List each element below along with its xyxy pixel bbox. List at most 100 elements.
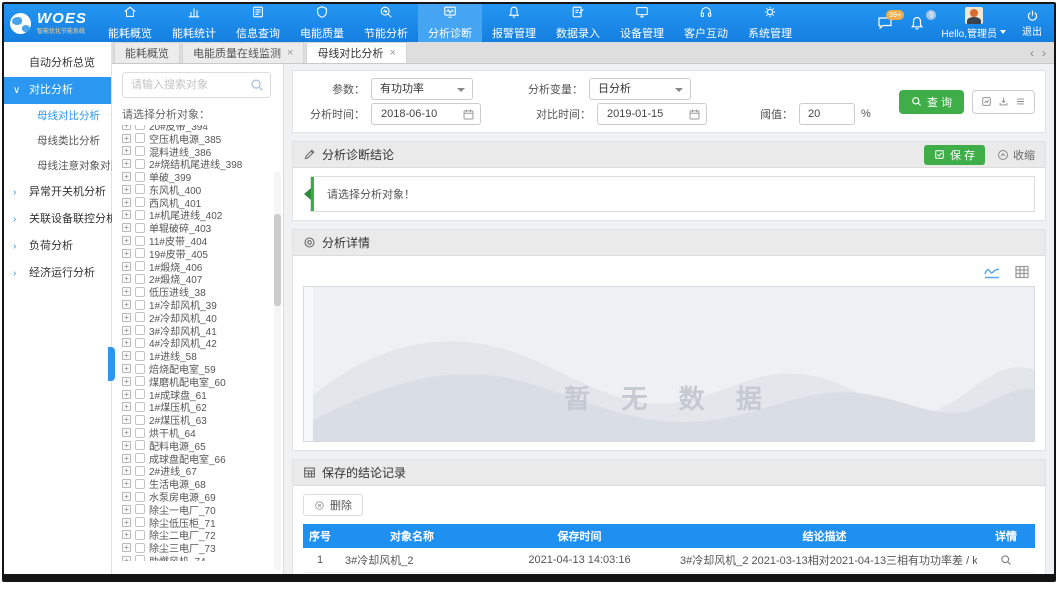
delete-button[interactable]: 删除 <box>303 494 363 516</box>
magnifier-detail-icon[interactable] <box>1000 554 1012 566</box>
checkbox[interactable] <box>135 492 145 502</box>
sidebar-item-economic-operation[interactable]: › 经济运行分析 <box>4 260 111 287</box>
table-row[interactable]: 1 3#冷却风机_2 2021-04-13 14:03:16 3#冷却风机_2 … <box>303 548 1035 572</box>
search-input[interactable] <box>129 74 249 96</box>
threshold-input[interactable] <box>799 103 855 125</box>
checkbox[interactable] <box>135 364 145 374</box>
sidebar-item-linked-devices[interactable]: › 关联设备联控分析 <box>4 206 111 233</box>
nav-item-info-query[interactable]: 信息查询 <box>226 4 290 42</box>
close-icon[interactable]: × <box>389 48 395 59</box>
expand-icon[interactable]: + <box>122 159 131 168</box>
checkbox[interactable] <box>135 338 145 348</box>
checkbox[interactable] <box>135 453 145 463</box>
compare-date-picker[interactable] <box>597 103 707 125</box>
expand-icon[interactable]: + <box>122 364 131 373</box>
checkbox[interactable] <box>135 125 145 130</box>
expand-icon[interactable]: + <box>122 454 131 463</box>
checkbox[interactable] <box>135 504 145 514</box>
checkbox[interactable] <box>135 479 145 489</box>
analysis-date-picker[interactable] <box>371 103 481 125</box>
checkbox[interactable] <box>135 210 145 220</box>
checkbox[interactable] <box>135 236 145 246</box>
checkbox[interactable] <box>135 402 145 412</box>
checkbox[interactable] <box>135 133 145 143</box>
sidebar-item-auto-analysis-overview[interactable]: 自动分析总览 <box>4 50 111 77</box>
expand-icon[interactable]: + <box>122 262 131 271</box>
checkbox[interactable] <box>135 543 145 553</box>
param-select[interactable]: 有功功率 <box>371 78 473 100</box>
expand-icon[interactable]: + <box>122 134 131 143</box>
expand-icon[interactable]: + <box>122 274 131 283</box>
nav-item-energy-statistics[interactable]: 能耗统计 <box>162 4 226 42</box>
sidebar-collapse-handle[interactable] <box>108 347 115 381</box>
sidebar-item-comparison-analysis[interactable]: ∨ 对比分析 <box>4 77 111 104</box>
nav-item-energy-saving-analysis[interactable]: 节能分析 <box>354 4 418 42</box>
tree-scrollbar-thumb[interactable] <box>274 214 281 306</box>
expand-icon[interactable]: + <box>122 125 131 130</box>
checkbox[interactable] <box>135 172 145 182</box>
nav-item-system-management[interactable]: 系统管理 <box>738 4 802 42</box>
line-chart-icon[interactable] <box>983 264 1001 280</box>
checkbox[interactable] <box>135 184 145 194</box>
expand-icon[interactable]: + <box>122 428 131 437</box>
expand-icon[interactable]: + <box>122 441 131 450</box>
expand-icon[interactable]: + <box>122 249 131 258</box>
tab-bus-comparison-analysis[interactable]: 母线对比分析 × <box>306 42 406 63</box>
nav-item-alarm-management[interactable]: 报警管理 <box>482 4 546 42</box>
nav-item-customer-interaction[interactable]: 客户互动 <box>674 4 738 42</box>
variable-select[interactable]: 日分析 <box>589 78 691 100</box>
expand-icon[interactable]: + <box>122 466 131 475</box>
expand-icon[interactable]: + <box>122 338 131 347</box>
expand-icon[interactable]: + <box>122 530 131 539</box>
query-button[interactable]: 查 询 <box>899 90 964 114</box>
checkbox[interactable] <box>135 466 145 476</box>
expand-icon[interactable]: + <box>122 210 131 219</box>
checkbox[interactable] <box>135 300 145 310</box>
sidebar-subitem-bus-attention-objects[interactable]: 母线注意对象对比 <box>4 154 111 179</box>
tree-scrollbar[interactable] <box>274 172 281 570</box>
checkbox[interactable] <box>135 428 145 438</box>
notifications-button[interactable]: 0 <box>909 15 925 31</box>
checkbox[interactable] <box>135 248 145 258</box>
table-view-icon[interactable] <box>1013 264 1031 280</box>
checkbox[interactable] <box>135 223 145 233</box>
expand-icon[interactable]: + <box>122 518 131 527</box>
checkbox[interactable] <box>135 415 145 425</box>
checkbox[interactable] <box>135 159 145 169</box>
expand-icon[interactable]: + <box>122 351 131 360</box>
nav-item-analysis-diagnosis[interactable]: 分析诊断 <box>418 4 482 42</box>
checkbox[interactable] <box>135 325 145 335</box>
expand-icon[interactable]: + <box>122 479 131 488</box>
collapse-button[interactable]: 收缩 <box>997 147 1035 163</box>
tab-energy-overview[interactable]: 能耗概览 <box>114 42 180 63</box>
tab-scroll-right-icon[interactable]: › <box>1042 46 1046 60</box>
nav-item-energy-overview[interactable]: 能耗概览 <box>98 4 162 42</box>
expand-icon[interactable]: + <box>122 300 131 309</box>
expand-icon[interactable]: + <box>122 313 131 322</box>
expand-icon[interactable]: + <box>122 198 131 207</box>
checkbox[interactable] <box>135 517 145 527</box>
checkbox[interactable] <box>135 312 145 322</box>
tab-scroll-left-icon[interactable]: ‹ <box>1030 46 1034 60</box>
search-icon[interactable] <box>250 78 264 92</box>
checkbox[interactable] <box>135 351 145 361</box>
expand-icon[interactable]: + <box>122 223 131 232</box>
checkbox[interactable] <box>135 555 145 561</box>
expand-icon[interactable]: + <box>122 543 131 552</box>
expand-icon[interactable]: + <box>122 377 131 386</box>
expand-icon[interactable]: + <box>122 492 131 501</box>
checkbox[interactable] <box>135 261 145 271</box>
tree-item[interactable]: + 助燃风机_74 <box>122 554 271 561</box>
sidebar-item-abnormal-switching[interactable]: › 异常开关机分析 <box>4 179 111 206</box>
expand-icon[interactable]: + <box>122 146 131 155</box>
sidebar-subitem-bus-comparison[interactable]: 母线对比分析 <box>4 104 111 129</box>
nav-item-data-entry[interactable]: 数据录入 <box>546 4 610 42</box>
checkbox[interactable] <box>135 197 145 207</box>
checkbox[interactable] <box>135 376 145 386</box>
expand-icon[interactable]: + <box>122 185 131 194</box>
nav-item-device-management[interactable]: 设备管理 <box>610 4 674 42</box>
logout-button[interactable]: 退出 <box>1022 9 1042 38</box>
save-button[interactable]: 保 存 <box>924 145 985 165</box>
expand-icon[interactable]: + <box>122 505 131 514</box>
tree-item[interactable]: + 2#烧结机尾进线_398 <box>122 157 271 170</box>
